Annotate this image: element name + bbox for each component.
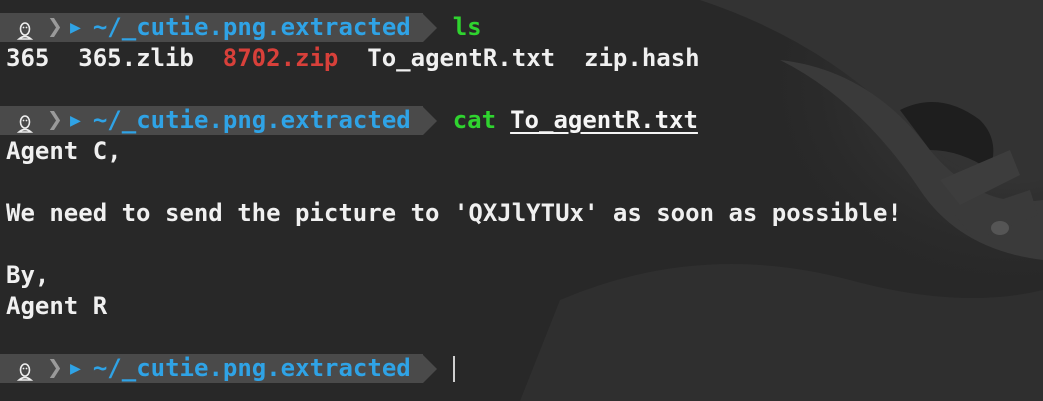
file-name: 365 (6, 44, 50, 72)
separator-icon: ❯ (42, 105, 68, 135)
prompt-line: ❯ ▶ ~/_cutie.png.extracted (0, 353, 1043, 384)
folder-icon: ▶ (70, 17, 81, 38)
path-text: ~/_cutie.png.extracted (92, 13, 411, 41)
file-name: zip.hash (584, 44, 700, 72)
linux-tux-icon (16, 18, 34, 40)
linux-tux-icon (16, 111, 34, 133)
file-name: To_agentR.txt (367, 44, 556, 72)
directory-segment: ▶ ~/_cutie.png.extracted (68, 354, 423, 383)
command-argument: To_agentR.txt (510, 106, 698, 134)
segment-arrow (422, 13, 437, 42)
output-line: We need to send the picture to 'QXJlYTUx… (6, 199, 902, 227)
command-text: cat (452, 106, 497, 134)
directory-segment: ▶ ~/_cutie.png.extracted (68, 106, 423, 135)
separator-icon: ❯ (42, 12, 68, 42)
directory-segment: ▶ ~/_cutie.png.extracted (68, 13, 423, 42)
os-segment (0, 106, 42, 135)
terminal[interactable]: ❯ ▶ ~/_cutie.png.extracted ls 365 365.zl… (0, 0, 1043, 384)
path-text: ~/_cutie.png.extracted (92, 106, 411, 134)
text-cursor[interactable] (452, 355, 455, 382)
output-line: Agent C, (6, 137, 122, 165)
path-text: ~/_cutie.png.extracted (92, 354, 411, 382)
prompt-line: ❯ ▶ ~/_cutie.png.extracted ls (0, 12, 1043, 43)
linux-tux-icon (16, 359, 34, 381)
separator-icon: ❯ (42, 353, 68, 383)
segment-arrow (422, 354, 437, 383)
output-line: Agent R (6, 292, 108, 320)
folder-icon: ▶ (70, 358, 81, 379)
file-name-archive: 8702.zip (222, 44, 339, 72)
os-segment (0, 13, 42, 42)
output-line: By, (6, 261, 50, 289)
folder-icon: ▶ (70, 110, 81, 131)
command-text: ls (452, 13, 482, 41)
prompt-line: ❯ ▶ ~/_cutie.png.extracted cat To_agentR… (0, 105, 1043, 136)
file-name: 365.zlib (78, 44, 194, 72)
segment-arrow (422, 106, 437, 135)
os-segment (0, 354, 42, 383)
ls-output: 365 365.zlib 8702.zip To_agentR.txt zip.… (6, 43, 1043, 74)
